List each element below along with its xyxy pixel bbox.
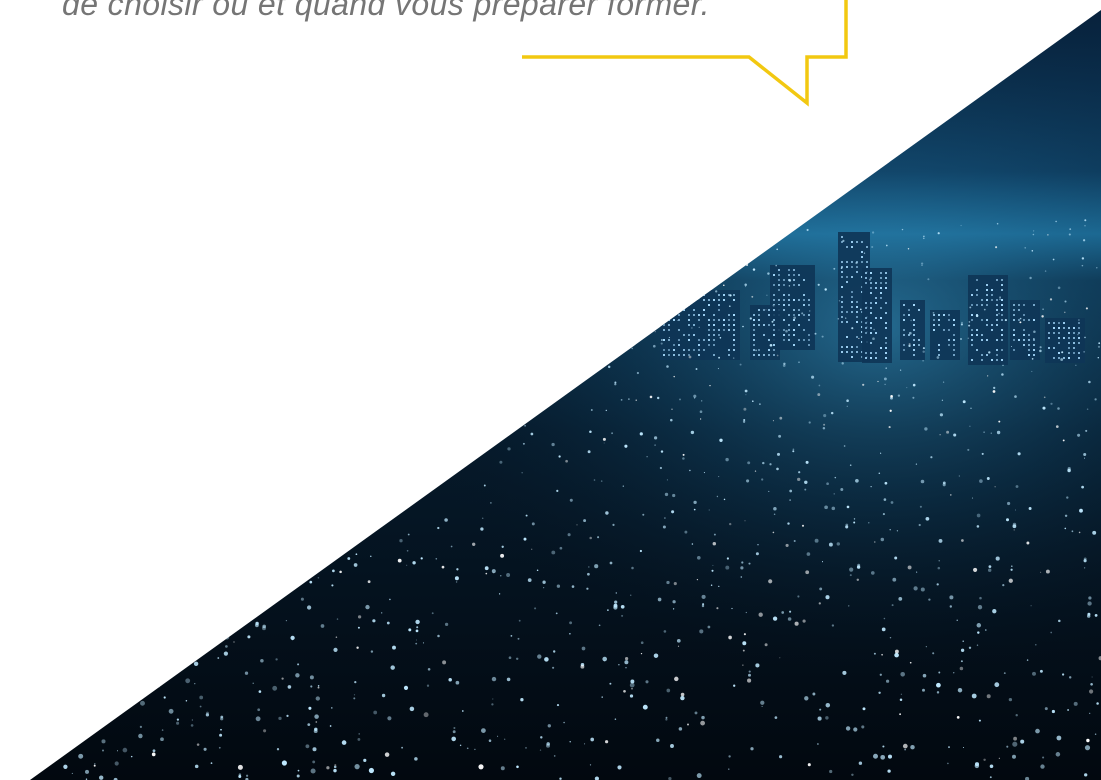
- city-night-photo: [30, 10, 1101, 780]
- page: de choisir où et quand vous préparer for…: [0, 0, 1101, 780]
- quote-text: de choisir où et quand vous préparer for…: [62, 0, 710, 22]
